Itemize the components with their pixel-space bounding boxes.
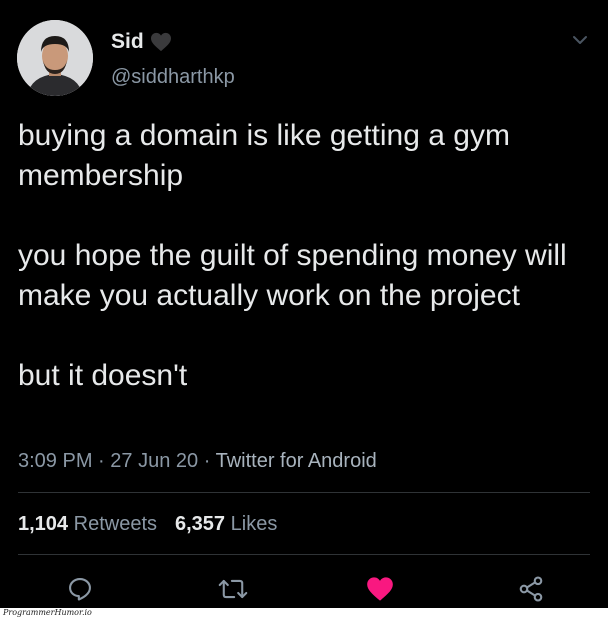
tweet-paragraph: you hope the guilt of spending money wil… xyxy=(18,239,567,312)
tweet-card: Sid @siddharthkp buying a domain is like… xyxy=(0,0,608,608)
retweets-stat[interactable]: 1,104 Retweets xyxy=(18,513,157,536)
display-name[interactable]: Sid xyxy=(111,30,144,54)
retweet-button[interactable] xyxy=(218,574,248,604)
tweet-meta: 3:09 PM · 27 Jun 20 · Twitter for Androi… xyxy=(18,450,377,473)
likes-label: Likes xyxy=(230,513,278,535)
tweet-date[interactable]: 27 Jun 20 xyxy=(110,450,198,472)
tweet-paragraph: buying a domain is like getting a gym me… xyxy=(18,119,510,192)
tweet-time[interactable]: 3:09 PM xyxy=(18,450,92,472)
share-button[interactable] xyxy=(516,574,546,604)
heart-icon xyxy=(367,577,393,601)
retweets-count: 1,104 xyxy=(18,513,69,535)
tweet-text: buying a domain is like getting a gym me… xyxy=(18,116,578,396)
profile-photo-icon xyxy=(17,20,93,96)
chevron-down-icon[interactable] xyxy=(572,34,588,46)
divider xyxy=(18,554,590,555)
watermark: ProgrammerHumor.io xyxy=(3,608,92,617)
retweet-icon xyxy=(218,579,248,599)
retweets-label: Retweets xyxy=(73,513,157,535)
reply-button[interactable] xyxy=(65,574,95,604)
like-button[interactable] xyxy=(365,574,395,604)
action-bar xyxy=(0,574,608,604)
user-handle[interactable]: @siddharthkp xyxy=(111,66,235,89)
share-icon xyxy=(519,576,543,602)
divider xyxy=(18,492,590,493)
tweet-source[interactable]: Twitter for Android xyxy=(216,450,377,472)
tweet-stats: 1,104 Retweets 6,357 Likes xyxy=(18,513,277,536)
reply-icon xyxy=(69,578,91,601)
likes-stat[interactable]: 6,357 Likes xyxy=(175,513,277,536)
avatar[interactable] xyxy=(17,20,93,96)
meta-separator: · xyxy=(203,450,211,472)
black-heart-emoji-icon xyxy=(150,32,171,52)
tweet-paragraph: but it doesn't xyxy=(18,359,188,392)
likes-count: 6,357 xyxy=(175,513,226,535)
user-name-row: Sid xyxy=(111,30,172,54)
watermark-bar: ProgrammerHumor.io xyxy=(0,608,608,618)
meta-separator: · xyxy=(98,450,105,472)
